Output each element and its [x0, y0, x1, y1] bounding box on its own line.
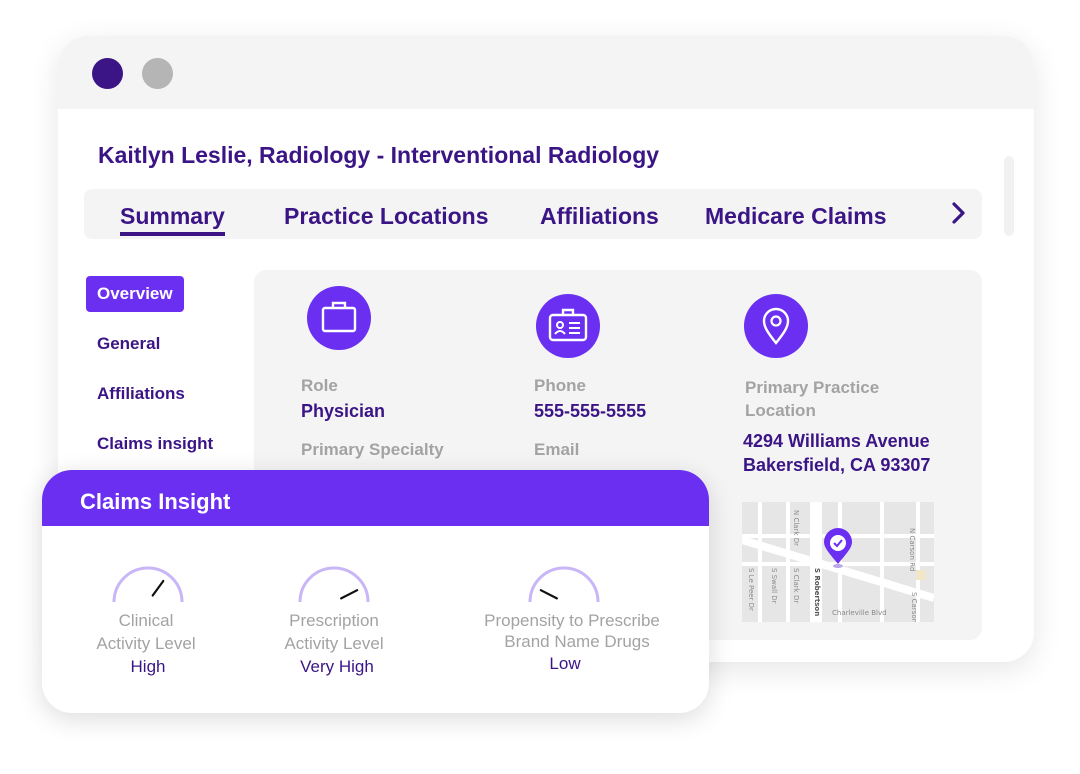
email-label: Email: [534, 440, 580, 459]
sidenav-affiliations[interactable]: Affiliations: [97, 384, 185, 404]
claims-insight-title: Claims Insight: [80, 489, 231, 514]
role-label: Role: [301, 376, 338, 395]
tab-medicare-claims[interactable]: Medicare Claims: [705, 203, 887, 230]
address-line2: Bakersfield, CA 93307: [743, 455, 931, 475]
map-street-n-clark: N Clark Dr: [792, 510, 800, 546]
gauge-clinical-label-line2: Activity Level: [96, 634, 196, 653]
role-value: Physician: [301, 401, 386, 421]
gauge-brand-propensity: [526, 564, 602, 609]
tab-summary[interactable]: Summary: [120, 203, 225, 236]
location-pin-icon: [744, 294, 808, 358]
window-minimize-control[interactable]: [142, 58, 173, 89]
primary-location-label-line2: Location: [745, 401, 816, 420]
gauge-prescription-label-line1: Prescription: [289, 611, 379, 630]
sidenav-general[interactable]: General: [97, 334, 160, 354]
gauge-brand-label-line2: Brand Name Drugs: [504, 632, 650, 651]
id-card-icon: [536, 294, 600, 358]
briefcase-icon: [307, 286, 371, 350]
tab-affiliations[interactable]: Affiliations: [540, 203, 659, 230]
page-title: Kaitlyn Leslie, Radiology - Intervention…: [98, 142, 660, 168]
gauge-prescription-label-line2: Activity Level: [284, 634, 384, 653]
map-street-le-peer: S Le Peer Dr: [747, 568, 755, 611]
map-street-charleville: Charleville Blvd: [832, 609, 887, 617]
map-street-n-carson: N Carson Rd: [908, 528, 916, 571]
window-titlebar: [58, 36, 1034, 109]
location-map[interactable]: N Clark Dr N Carson Rd S Le Peer Dr S Sw…: [742, 502, 934, 622]
sidenav-claims-insight[interactable]: Claims insight: [97, 434, 213, 454]
claims-insight-header: Claims Insight: [42, 470, 709, 526]
gauge-clinical-activity: [110, 564, 186, 609]
gauge-brand-label-line1: Propensity to Prescribe: [484, 611, 660, 630]
scrollbar[interactable]: [1004, 156, 1014, 236]
gauge-prescription-activity: [296, 564, 372, 609]
chevron-right-icon[interactable]: [944, 199, 972, 227]
primary-location-label-line1: Primary Practice: [745, 378, 880, 397]
tab-bar: Summary Practice Locations Affiliations …: [84, 189, 982, 239]
window-close-control[interactable]: [92, 58, 123, 89]
phone-label: Phone: [534, 376, 586, 395]
map-street-swall: S Swall Dr: [770, 568, 778, 604]
map-street-s-clark: S Clark Dr: [792, 568, 800, 603]
gauge-prescription-value: Very High: [300, 657, 374, 676]
map-street-robertson: S Robertson: [813, 568, 821, 616]
map-street-s-carson: S Carson: [910, 592, 918, 622]
gauge-clinical-label-line1: Clinical: [118, 611, 174, 630]
address-line1: 4294 Williams Avenue: [743, 431, 930, 451]
gauge-clinical-value: High: [130, 657, 166, 676]
tab-practice-locations[interactable]: Practice Locations: [284, 203, 489, 230]
primary-specialty-label: Primary Specialty: [301, 440, 444, 459]
claims-insight-card: Claims Insight Clinical Activity Level H…: [42, 470, 709, 713]
sidenav-overview[interactable]: Overview: [86, 276, 184, 312]
gauge-brand-value: Low: [549, 654, 581, 673]
phone-value[interactable]: 555-555-5555: [534, 399, 646, 423]
